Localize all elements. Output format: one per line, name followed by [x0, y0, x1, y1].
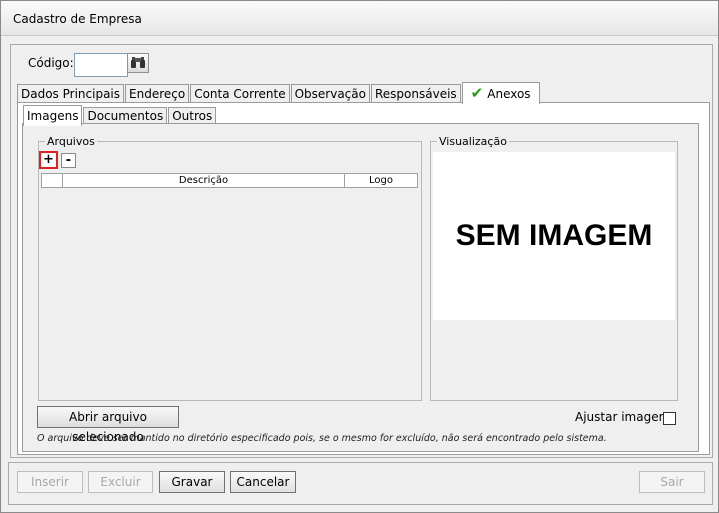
- search-button[interactable]: [127, 53, 149, 73]
- ajustar-imagens-label: Ajustar imagens: [575, 410, 673, 424]
- window-title: Cadastro de Empresa: [13, 12, 142, 26]
- title-bar: Cadastro de Empresa: [1, 1, 718, 36]
- sair-button[interactable]: Sair: [639, 471, 705, 493]
- tab-observacao[interactable]: Observação: [290, 84, 370, 104]
- tab-anexos[interactable]: ✔ Anexos: [461, 82, 540, 104]
- grid-header: Descrição Logo: [41, 173, 418, 188]
- main-panel: Código: Dados Principais Endereço Conta …: [10, 44, 713, 458]
- image-preview: SEM IMAGEM: [433, 152, 675, 320]
- tab-endereco[interactable]: Endereço: [125, 84, 190, 104]
- anexos-panel: Imagens Documentos Outros Arquivos + - D…: [17, 102, 710, 455]
- excluir-button[interactable]: Excluir: [88, 471, 153, 493]
- column-descricao[interactable]: Descrição: [63, 174, 345, 187]
- no-image-text: SEM IMAGEM: [455, 219, 653, 252]
- visualizacao-group: Visualização SEM IMAGEM: [430, 135, 678, 401]
- gravar-button[interactable]: Gravar: [159, 471, 225, 493]
- tab-anexos-label: Anexos: [487, 87, 531, 101]
- arquivos-grid[interactable]: Descrição Logo: [41, 173, 418, 398]
- binoculars-icon: [131, 57, 145, 68]
- main-tabs: Dados Principais Endereço Conta Corrente…: [17, 82, 541, 104]
- codigo-input[interactable]: [74, 53, 128, 77]
- cancelar-button[interactable]: Cancelar: [230, 471, 296, 493]
- arquivos-legend: Arquivos: [45, 135, 97, 148]
- open-selected-file-button[interactable]: Abrir arquivo selecionado: [37, 406, 179, 444]
- column-logo[interactable]: Logo: [345, 174, 417, 187]
- check-icon: ✔: [470, 84, 484, 102]
- tab-dados-principais[interactable]: Dados Principais: [17, 84, 125, 104]
- visualizacao-legend: Visualização: [437, 135, 509, 148]
- inserir-button[interactable]: Inserir: [17, 471, 83, 493]
- tab-conta-corrente[interactable]: Conta Corrente: [190, 84, 290, 104]
- ajustar-imagens-checkbox[interactable]: [663, 412, 676, 425]
- cadastro-empresa-window: Cadastro de Empresa Código: Dados Princi…: [0, 0, 719, 513]
- sub-tabs: Imagens Documentos Outros: [23, 105, 217, 126]
- arquivos-group: Arquivos + - Descrição Logo: [38, 135, 422, 401]
- remove-file-button[interactable]: -: [61, 153, 76, 168]
- grid-indicator-column: [42, 174, 63, 187]
- tab-imagens[interactable]: Imagens: [23, 105, 83, 126]
- tab-responsaveis[interactable]: Responsáveis: [370, 84, 461, 104]
- imagens-panel: Arquivos + - Descrição Logo Visualização: [22, 123, 699, 452]
- add-file-button[interactable]: +: [39, 151, 58, 169]
- bottom-toolbar: Inserir Excluir Gravar Cancelar Sair: [8, 462, 713, 505]
- file-note: O arquivo deve ser mantido no diretório …: [37, 433, 607, 444]
- codigo-label: Código:: [28, 56, 74, 70]
